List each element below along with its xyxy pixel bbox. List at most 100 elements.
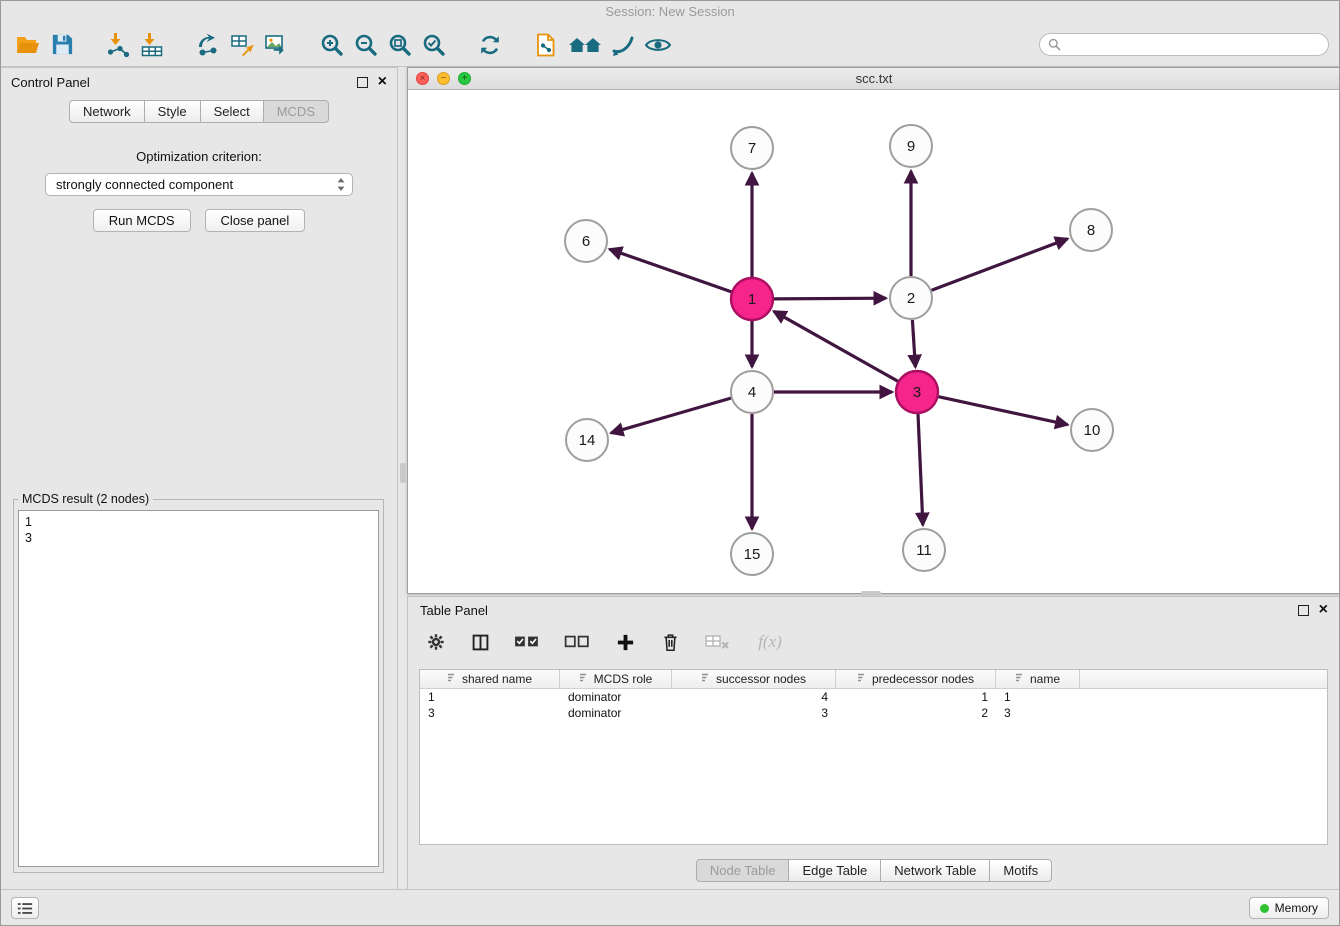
graph-edge-1-2[interactable] (774, 298, 886, 299)
graph-node-11[interactable]: 11 (903, 529, 945, 571)
graph-node-14[interactable]: 14 (566, 419, 608, 461)
zoom-in-button[interactable] (315, 28, 349, 62)
mcds-result-list[interactable]: 13 (18, 510, 379, 867)
tab-mcds[interactable]: MCDS (263, 100, 329, 123)
deselect-all-button[interactable] (562, 630, 592, 654)
network-canvas[interactable]: 7 9 6 8 1 2 4 3 14 10 15 11 (408, 90, 1340, 593)
sort-icon (701, 672, 711, 686)
toggle-visibility-button[interactable] (641, 28, 675, 62)
close-table-panel-icon[interactable]: × (1319, 602, 1328, 618)
memory-button[interactable]: Memory (1249, 897, 1329, 919)
svg-text:6: 6 (582, 233, 590, 250)
new-network-button[interactable] (191, 28, 225, 62)
table-cell[interactable]: 3 (672, 706, 836, 720)
tab-style[interactable]: Style (144, 100, 201, 123)
column-header-predecessor-nodes[interactable]: predecessor nodes (836, 670, 996, 688)
tab-node-table[interactable]: Node Table (696, 859, 790, 882)
search-input[interactable] (1039, 33, 1329, 56)
graph-node-7[interactable]: 7 (731, 127, 773, 169)
graph-node-1[interactable]: 1 (731, 278, 773, 320)
maximize-window-button[interactable]: + (458, 72, 471, 85)
select-all-button[interactable] (512, 630, 542, 654)
close-panel-icon[interactable]: × (378, 74, 387, 90)
minimize-window-button[interactable]: − (437, 72, 450, 85)
table-cell[interactable]: 1 (996, 690, 1080, 704)
column-header-name[interactable]: name (996, 670, 1080, 688)
tab-network-table[interactable]: Network Table (880, 859, 990, 882)
graph-node-3[interactable]: 3 (896, 371, 938, 413)
import-table-button[interactable] (135, 28, 169, 62)
close-panel-button[interactable]: Close panel (205, 209, 306, 232)
delete-column-button[interactable] (658, 629, 682, 655)
import-network-button[interactable] (101, 28, 135, 62)
tab-motifs[interactable]: Motifs (989, 859, 1052, 882)
refresh-button[interactable] (473, 28, 507, 62)
result-item[interactable]: 3 (25, 530, 372, 546)
table-cell[interactable]: 1 (836, 690, 996, 704)
add-column-button[interactable] (612, 629, 638, 655)
apply-style-button[interactable] (607, 28, 641, 62)
result-item[interactable]: 1 (25, 514, 372, 530)
graph-node-9[interactable]: 9 (890, 125, 932, 167)
table-cell[interactable]: dominator (560, 690, 672, 704)
float-table-panel-icon[interactable] (1298, 605, 1309, 616)
column-header-successor-nodes[interactable]: successor nodes (672, 670, 836, 688)
columns-icon (471, 633, 490, 652)
save-session-button[interactable] (45, 28, 79, 62)
mcds-result-title: MCDS result (2 nodes) (18, 492, 153, 506)
table-cell[interactable]: 3 (420, 706, 560, 720)
close-window-button[interactable]: × (416, 72, 429, 85)
duplicate-network-button[interactable] (529, 28, 563, 62)
criterion-select[interactable]: strongly connected component (45, 173, 353, 196)
run-mcds-button[interactable]: Run MCDS (93, 209, 191, 232)
export-image-button[interactable] (259, 28, 293, 62)
graph-node-6[interactable]: 6 (565, 220, 607, 262)
table-cell[interactable]: 2 (836, 706, 996, 720)
graph-node-2[interactable]: 2 (890, 277, 932, 319)
unchecked-boxes-icon (564, 634, 590, 650)
home-button[interactable] (563, 28, 607, 62)
graph-edge-2-8[interactable] (932, 239, 1068, 290)
main-toolbar (1, 23, 1339, 67)
graph-edge-1-6[interactable] (610, 249, 732, 292)
open-session-button[interactable] (11, 28, 45, 62)
graph-node-4[interactable]: 4 (731, 371, 773, 413)
graph-edge-3-10[interactable] (939, 397, 1068, 425)
table-cell[interactable]: 1 (420, 690, 560, 704)
search-field (1039, 33, 1329, 56)
control-panel-title: Control Panel (11, 75, 90, 90)
function-builder-button[interactable]: f(x) (752, 629, 788, 655)
column-header-shared-name[interactable]: shared name (420, 670, 560, 688)
network-window-title: scc.txt (856, 71, 893, 86)
zoom-fit-button[interactable] (383, 28, 417, 62)
graph-edge-3-11[interactable] (918, 414, 923, 525)
column-header-MCDS-role[interactable]: MCDS role (560, 670, 672, 688)
table-settings-button[interactable] (424, 630, 448, 654)
show-columns-button[interactable] (468, 630, 492, 654)
zoom-selected-button[interactable] (417, 28, 451, 62)
graph-edge-2-3[interactable] (912, 320, 915, 367)
graph-node-15[interactable]: 15 (731, 533, 773, 575)
vertical-splitter-handle[interactable] (400, 463, 406, 483)
svg-text:7: 7 (748, 140, 756, 157)
sort-icon (1015, 672, 1025, 686)
network-graph[interactable]: 7 9 6 8 1 2 4 3 14 10 15 11 (408, 90, 1340, 593)
task-history-button[interactable] (11, 897, 39, 919)
table-cell[interactable]: dominator (560, 706, 672, 720)
graph-node-10[interactable]: 10 (1071, 409, 1113, 451)
float-panel-icon[interactable] (357, 77, 368, 88)
graph-edge-3-1[interactable] (774, 311, 898, 381)
tab-edge-table[interactable]: Edge Table (788, 859, 881, 882)
zoom-out-icon (353, 32, 379, 58)
graph-node-8[interactable]: 8 (1070, 209, 1112, 251)
zoom-out-button[interactable] (349, 28, 383, 62)
table-cell[interactable]: 4 (672, 690, 836, 704)
delete-table-button[interactable] (702, 630, 732, 654)
tab-select[interactable]: Select (200, 100, 264, 123)
network-from-table-button[interactable] (225, 28, 259, 62)
graph-edge-4-14[interactable] (611, 398, 731, 433)
table-row[interactable]: 3dominator323 (420, 705, 1327, 721)
table-cell[interactable]: 3 (996, 706, 1080, 720)
table-row[interactable]: 1dominator411 (420, 689, 1327, 705)
tab-network[interactable]: Network (69, 100, 145, 123)
